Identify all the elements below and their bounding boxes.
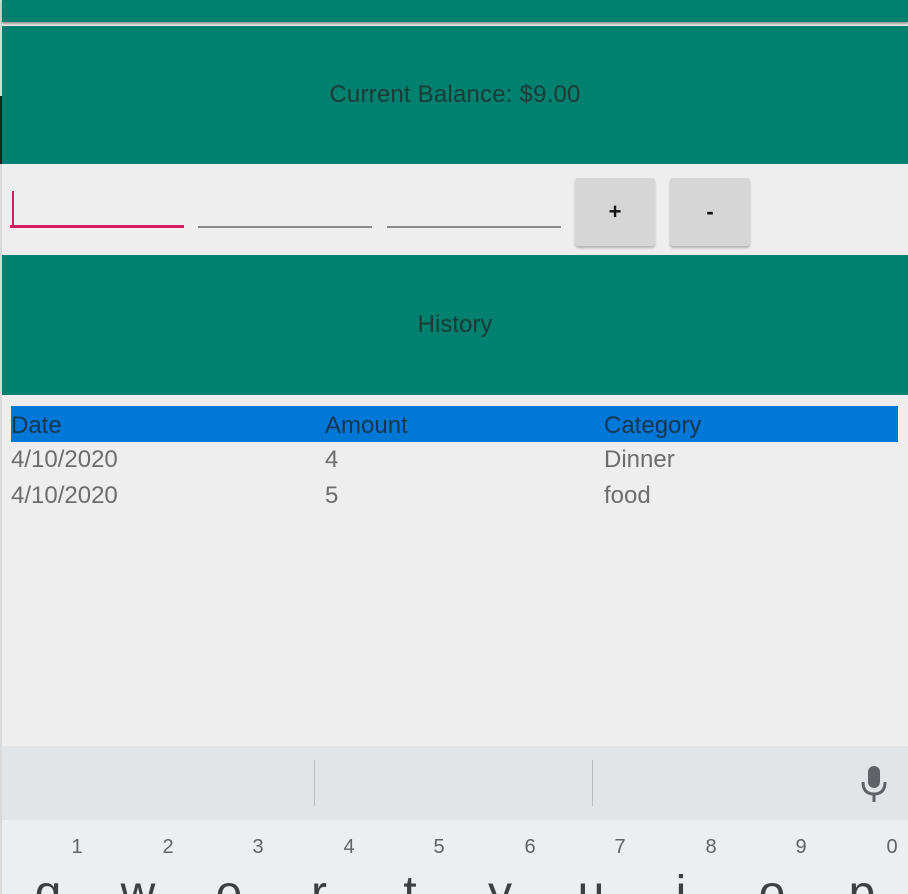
- key-o[interactable]: o: [742, 864, 802, 894]
- app-bar: [2, 0, 908, 22]
- category-input[interactable]: [387, 186, 561, 228]
- text-cursor: [12, 191, 14, 227]
- key-y[interactable]: y: [470, 864, 530, 894]
- key-hint: 1: [71, 836, 83, 858]
- key-hint: 8: [705, 836, 717, 858]
- key-hint: 4: [343, 836, 355, 858]
- subtract-button[interactable]: -: [670, 178, 750, 246]
- header-date: Date: [11, 412, 62, 439]
- amount-input[interactable]: [198, 186, 372, 228]
- add-button[interactable]: +: [575, 178, 655, 246]
- cell-amount: 4: [325, 446, 339, 473]
- date-input[interactable]: [10, 186, 184, 228]
- key-hint: 5: [433, 836, 445, 858]
- key-hint: 7: [614, 836, 626, 858]
- app-screen: Current Balance: $9.00 + - History Date …: [0, 0, 908, 894]
- key-hint: 0: [886, 836, 898, 858]
- history-title: History: [417, 311, 493, 338]
- table-row[interactable]: 4/10/2020 4 Dinner: [11, 442, 898, 478]
- keyboard-keys: 1 2 3 4 5 6 7 8 9 0 q w e r t y u i o p: [2, 820, 908, 894]
- cell-date: 4/10/2020: [11, 446, 118, 473]
- header-category: Category: [604, 412, 702, 439]
- key-u[interactable]: u: [561, 864, 621, 894]
- key-hint: 2: [162, 836, 174, 858]
- table-header: Date Amount Category: [11, 406, 898, 442]
- key-p[interactable]: p: [832, 864, 892, 894]
- header-amount: Amount: [325, 412, 408, 439]
- key-hint: 3: [252, 836, 264, 858]
- suggestion-divider: [314, 760, 315, 806]
- key-i[interactable]: i: [651, 864, 711, 894]
- key-hint: 9: [795, 836, 807, 858]
- history-table: Date Amount Category 4/10/2020 4 Dinner …: [11, 406, 898, 514]
- balance-panel: Current Balance: $9.00: [2, 26, 908, 164]
- cell-amount: 5: [325, 482, 339, 509]
- cell-date: 4/10/2020: [11, 482, 118, 509]
- cell-category: food: [604, 482, 651, 509]
- suggestion-divider: [592, 760, 593, 806]
- key-w[interactable]: w: [108, 864, 168, 894]
- history-panel: History: [2, 255, 908, 395]
- current-balance-label: Current Balance: $9.00: [329, 81, 581, 108]
- cell-category: Dinner: [604, 446, 675, 473]
- key-q[interactable]: q: [18, 864, 78, 894]
- entry-row: + -: [2, 164, 908, 255]
- key-r[interactable]: r: [289, 864, 349, 894]
- key-t[interactable]: t: [380, 864, 440, 894]
- mic-icon[interactable]: [856, 764, 892, 804]
- key-hint: 6: [524, 836, 536, 858]
- key-e[interactable]: e: [199, 864, 259, 894]
- table-row[interactable]: 4/10/2020 5 food: [11, 478, 898, 514]
- keyboard-suggestion-bar: [2, 746, 908, 820]
